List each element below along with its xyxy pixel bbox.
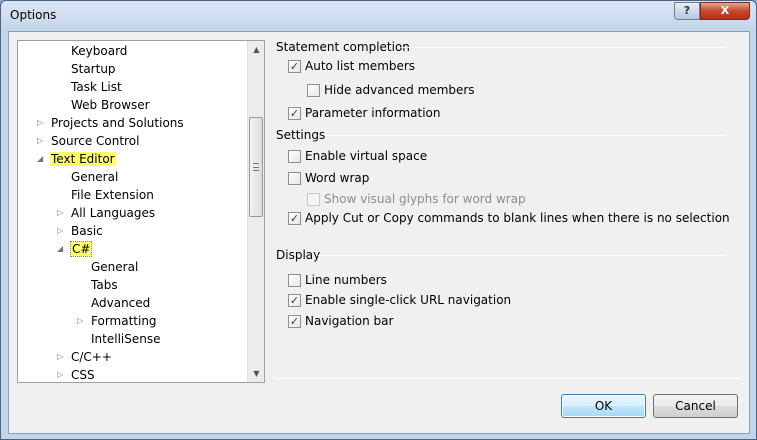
expand-arrow-icon[interactable]: ▷ (57, 348, 67, 366)
tree-item[interactable]: ◢ Text Editor (37, 150, 116, 168)
expand-arrow-icon[interactable]: ▷ (37, 114, 47, 132)
tree-item[interactable]: Task List (70, 78, 123, 96)
tree-item[interactable]: Keyboard (70, 42, 128, 60)
tree-item-label: General (91, 260, 139, 274)
tree-item-label: Formatting (91, 314, 157, 328)
scroll-down-button[interactable]: ▼ (248, 365, 264, 382)
checkbox-icon (288, 150, 301, 163)
display-divider (318, 255, 726, 256)
tree-item[interactable]: ▷ All Languages (57, 204, 156, 222)
help-button[interactable]: ? (674, 2, 700, 20)
dialog-body: Keyboard Startup Task List Web Browser ▷ Proj… (8, 31, 750, 434)
tree-item-label: Keyboard (71, 44, 128, 58)
tree-item-label: IntelliSense (91, 332, 161, 346)
tree-item-label: C/C++ (71, 350, 112, 364)
tree-item[interactable]: Tabs (90, 276, 119, 294)
tree-item-label: Startup (71, 62, 116, 76)
tree-item-label: CSS (71, 368, 95, 382)
tree-item[interactable]: File Extension (70, 186, 155, 204)
tree-item[interactable]: ▷ C/C++ (57, 348, 113, 366)
options-tree[interactable]: Keyboard Startup Task List Web Browser ▷ Proj… (17, 40, 265, 383)
close-button[interactable]: X (700, 2, 750, 20)
tree-item-label: Task List (71, 80, 122, 94)
expand-arrow-icon[interactable]: ▷ (57, 366, 67, 382)
expand-arrow-icon[interactable]: ▷ (77, 312, 87, 330)
statement-completion-divider (401, 47, 726, 48)
tree-item[interactable]: ▷ Formatting (77, 312, 158, 330)
tree-item-label: All Languages (71, 206, 156, 220)
tree-item[interactable]: ▷ CSS (57, 366, 96, 382)
expand-arrow-icon[interactable]: ▷ (37, 132, 47, 150)
tree-item[interactable]: ▷ Source Control (37, 132, 140, 150)
tree-item[interactable]: IntelliSense (90, 330, 161, 348)
checkbox-icon: ✓ (288, 212, 301, 225)
tree-scrollbar[interactable]: ▲ ▼ (247, 41, 264, 382)
tree-item-label: Source Control (51, 134, 140, 148)
tree-item[interactable]: Web Browser (70, 96, 151, 114)
statement-completion-header: Statement completion (276, 40, 410, 54)
scroll-up-button[interactable]: ▲ (248, 41, 264, 58)
checkbox-icon (307, 193, 320, 206)
tree-item[interactable]: General (90, 258, 139, 276)
checkbox-icon: ✓ (288, 107, 301, 120)
checkbox-icon (288, 172, 301, 185)
grip-icon (253, 163, 259, 171)
tree-item[interactable]: Advanced (90, 294, 151, 312)
settings-divider (326, 135, 726, 136)
tree-item-label: File Extension (71, 188, 154, 202)
checkbox-icon (307, 84, 320, 97)
bottom-divider (276, 378, 741, 379)
tree-item-label: Projects and Solutions (51, 116, 184, 130)
tree-item-label: Advanced (91, 296, 151, 310)
options-dialog: Options ? X Keyboard Startup Task List Web … (0, 0, 757, 440)
expand-arrow-icon[interactable]: ▷ (57, 222, 67, 240)
tree-item[interactable]: ◢ C# (57, 240, 93, 258)
window-title: Options (10, 8, 57, 22)
tree-item[interactable]: ▷ Projects and Solutions (37, 114, 185, 132)
expand-arrow-icon[interactable]: ▷ (57, 204, 67, 222)
checkbox-icon (288, 274, 301, 287)
title-bar: Options ? X (1, 1, 756, 31)
checkbox-icon: ✓ (288, 60, 301, 73)
tree-item-label: Tabs (91, 278, 118, 292)
ok-button[interactable]: OK (561, 394, 646, 418)
settings-header: Settings (276, 128, 326, 142)
tree-item[interactable]: General (70, 168, 119, 186)
checkbox-icon: ✓ (288, 294, 301, 307)
scroll-thumb[interactable] (249, 117, 263, 217)
collapse-arrow-icon[interactable]: ◢ (57, 240, 67, 258)
display-header: Display (276, 248, 321, 262)
tree-item[interactable]: ▷ Basic (57, 222, 104, 240)
tree-item-label: Basic (71, 224, 103, 238)
cancel-button[interactable]: Cancel (653, 394, 738, 418)
collapse-arrow-icon[interactable]: ◢ (37, 150, 47, 168)
tree-item-label: General (71, 170, 119, 184)
checkbox-icon: ✓ (288, 315, 301, 328)
tree-item-label: Web Browser (71, 98, 150, 112)
tree-item-label: C# (70, 241, 93, 257)
tree-item[interactable]: Startup (70, 60, 117, 78)
tree-item-label: Text Editor (50, 152, 116, 166)
